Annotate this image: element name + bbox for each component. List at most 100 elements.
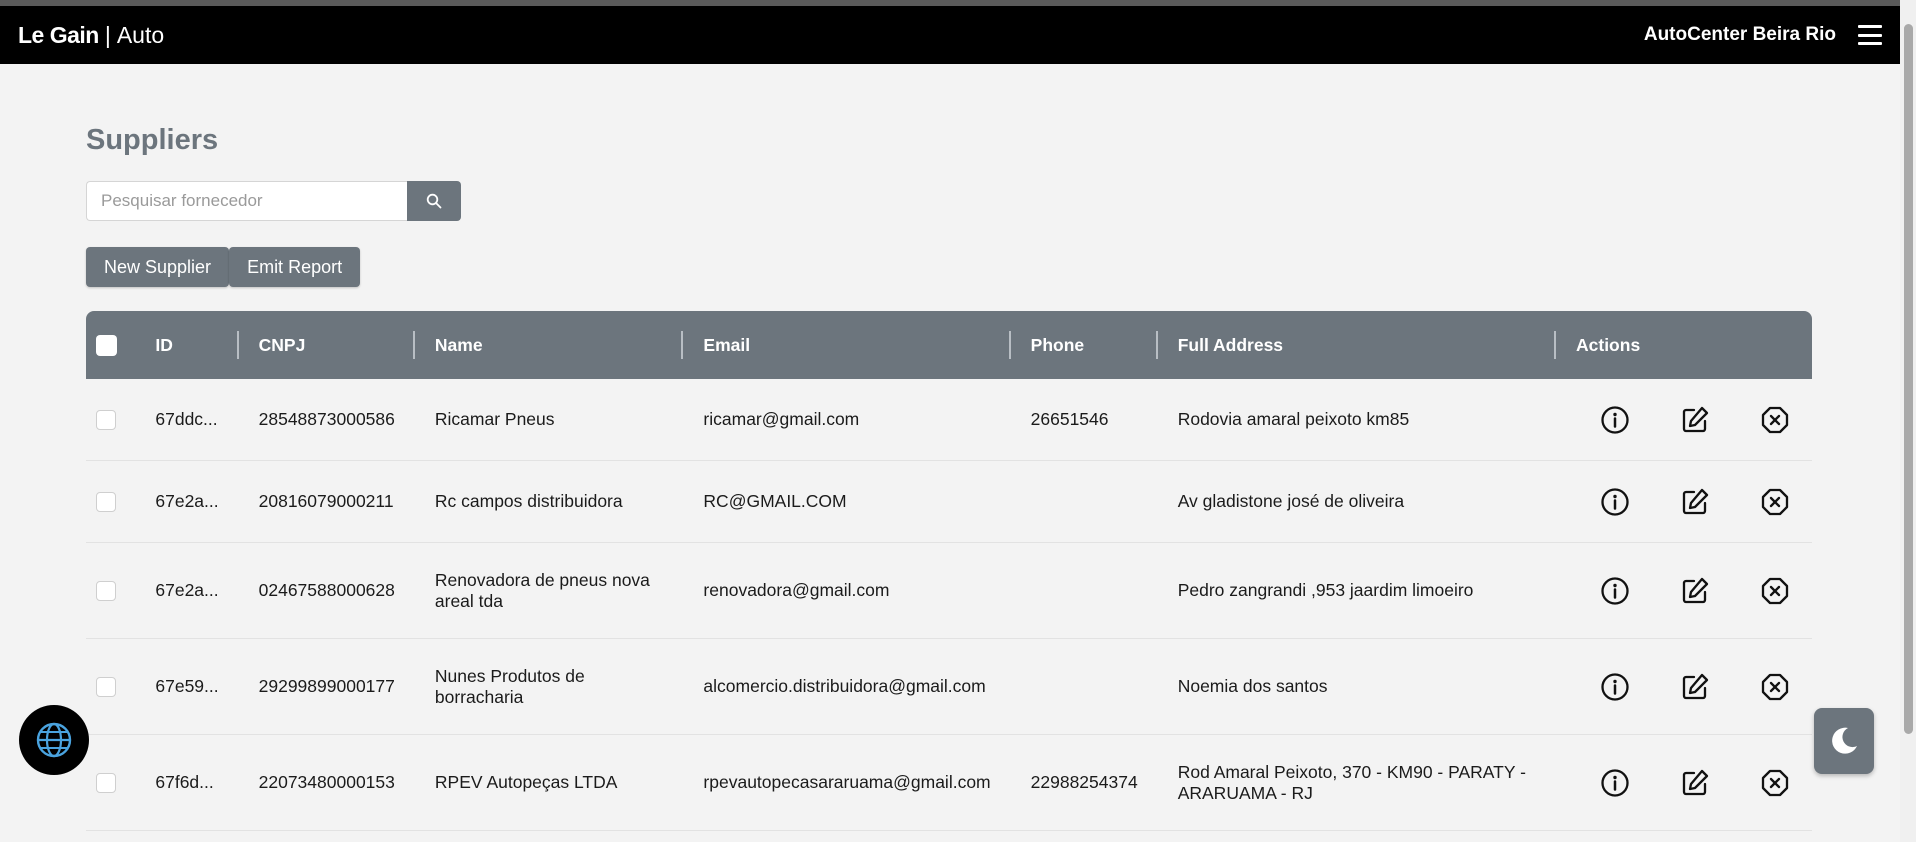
column-header-cnpj[interactable]: CNPJ (238, 311, 416, 379)
edit-icon[interactable] (1678, 670, 1712, 704)
cell-actions (1556, 461, 1812, 543)
cell-cnpj: 02467588000628 (238, 543, 415, 639)
table-row[interactable]: 67e2a... 20816079000211 Rc campos distribu… (86, 461, 1812, 543)
cell-cnpj: 28548873000586 (238, 379, 415, 461)
cell-email: RC@GMAIL.COM (683, 461, 1011, 543)
column-header-id[interactable]: ID (135, 311, 239, 379)
page-title: Suppliers (86, 124, 219, 156)
table-row[interactable]: 67ddc... 28548873000586 Ricamar Pneus ricam… (86, 379, 1812, 461)
suppliers-table: ID CNPJ Name Email Phone Full Address Ac… (86, 311, 1812, 831)
edit-icon[interactable] (1678, 574, 1712, 608)
row-checkbox[interactable] (96, 677, 116, 698)
cell-id: 67e2a... (135, 543, 239, 639)
delete-icon[interactable] (1758, 574, 1792, 608)
brand-logo[interactable]: Le Gain | Auto (18, 22, 164, 49)
info-icon[interactable] (1598, 485, 1632, 519)
search-bar (86, 181, 1812, 221)
row-actions (1576, 574, 1792, 608)
search-icon (426, 193, 442, 209)
brand-separator: | (104, 21, 111, 48)
cell-phone (1010, 639, 1158, 735)
cell-phone (1010, 543, 1158, 639)
cell-actions (1556, 379, 1812, 461)
column-header-name[interactable]: Name (414, 311, 684, 379)
page-scrollbar[interactable] (1900, 0, 1916, 842)
scrollbar-thumb[interactable] (1904, 24, 1913, 734)
action-buttons: New Supplier Emit Report (86, 247, 1812, 287)
header-select-all (86, 311, 136, 379)
row-checkbox[interactable] (96, 773, 116, 794)
cell-name: Renovadora de pneus nova areal tda (414, 543, 684, 639)
edit-icon[interactable] (1678, 485, 1712, 519)
column-header-address[interactable]: Full Address (1157, 311, 1557, 379)
cell-id: 67f6d... (135, 735, 239, 831)
cell-email: rpevautopecasararuama@gmail.com (683, 735, 1011, 831)
row-select-cell (86, 735, 136, 831)
hamburger-menu-icon[interactable] (1858, 25, 1882, 45)
select-all-checkbox[interactable] (96, 334, 117, 356)
row-checkbox[interactable] (96, 492, 116, 513)
cell-address: Av gladistone josé de oliveira (1157, 461, 1556, 543)
info-icon[interactable] (1598, 670, 1632, 704)
cell-id: 67e59... (135, 639, 239, 735)
cell-address: Rodovia amaral peixoto km85 (1157, 379, 1556, 461)
delete-icon[interactable] (1758, 403, 1792, 437)
theme-toggle-button[interactable] (1814, 708, 1874, 774)
cell-cnpj: 22073480000153 (238, 735, 415, 831)
row-select-cell (86, 461, 136, 543)
moon-icon (1832, 727, 1857, 754)
column-header-actions: Actions (1556, 311, 1812, 379)
row-checkbox[interactable] (96, 581, 116, 602)
cell-name: Rc campos distribuidora (414, 461, 684, 543)
cell-name: Ricamar Pneus (414, 379, 684, 461)
cell-email: renovadora@gmail.com (683, 543, 1011, 639)
row-actions (1576, 670, 1792, 704)
info-icon[interactable] (1598, 766, 1632, 800)
row-select-cell (86, 543, 136, 639)
cell-cnpj: 29299899000177 (238, 639, 415, 735)
globe-icon (36, 722, 72, 758)
cell-actions (1556, 543, 1812, 639)
search-button[interactable] (407, 181, 461, 221)
language-button[interactable] (19, 705, 89, 775)
cell-email: ricamar@gmail.com (683, 379, 1011, 461)
main-content: Suppliers New Supplier Emit Report ID CN… (86, 64, 1812, 831)
table-row[interactable]: 67f6d... 22073480000153 RPEV Autopeças LTD… (86, 735, 1812, 831)
cell-cnpj: 20816079000211 (238, 461, 415, 543)
cell-actions (1556, 735, 1812, 831)
row-select-cell (86, 379, 136, 461)
cell-phone: 26651546 (1010, 379, 1158, 461)
emit-report-button[interactable]: Emit Report (229, 247, 361, 287)
cell-address: Noemia dos santos (1157, 639, 1556, 735)
new-supplier-button[interactable]: New Supplier (86, 247, 230, 287)
cell-email: alcomercio.distribuidora@gmail.com (683, 639, 1011, 735)
search-input[interactable] (86, 181, 407, 221)
cell-name: RPEV Autopeças LTDA (414, 735, 684, 831)
row-select-cell (86, 639, 136, 735)
cell-address: Rod Amaral Peixoto, 370 - KM90 - PARATY … (1157, 735, 1556, 831)
info-icon[interactable] (1598, 574, 1632, 608)
column-header-email[interactable]: Email (683, 311, 1011, 379)
cell-address: Pedro zangrandi ,953 jaardim limoeiro (1157, 543, 1556, 639)
cell-actions (1556, 639, 1812, 735)
info-icon[interactable] (1598, 403, 1632, 437)
top-navbar: Le Gain | Auto AutoCenter Beira Rio (0, 6, 1900, 64)
cell-name: Nunes Produtos de borracharia (414, 639, 684, 735)
company-name: AutoCenter Beira Rio (1643, 24, 1836, 45)
table-header-row: ID CNPJ Name Email Phone Full Address Ac… (86, 311, 1812, 379)
delete-icon[interactable] (1758, 670, 1792, 704)
edit-icon[interactable] (1678, 766, 1712, 800)
row-actions (1576, 485, 1792, 519)
cell-phone (1010, 461, 1158, 543)
navbar-right: AutoCenter Beira Rio (1644, 24, 1882, 46)
table-row[interactable]: 67e59... 29299899000177 Nunes Produtos de … (86, 639, 1812, 735)
edit-icon[interactable] (1678, 403, 1712, 437)
delete-icon[interactable] (1758, 485, 1792, 519)
column-header-phone[interactable]: Phone (1010, 311, 1158, 379)
brand-name: Le Gain (18, 21, 99, 48)
cell-phone: 22988254374 (1010, 735, 1158, 831)
delete-icon[interactable] (1758, 766, 1792, 800)
row-checkbox[interactable] (96, 410, 116, 431)
table-row[interactable]: 67e2a... 02467588000628 Renovadora de pneu… (86, 543, 1812, 639)
row-actions (1576, 403, 1792, 437)
